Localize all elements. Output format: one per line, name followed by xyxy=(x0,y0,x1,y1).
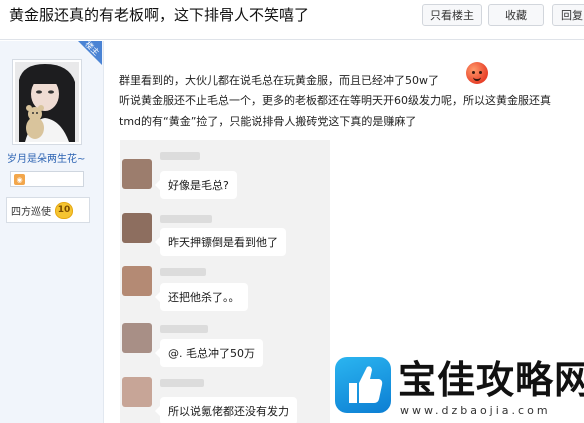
level-title: 四方巡使 xyxy=(11,206,51,218)
chat-name-blur xyxy=(160,325,208,333)
smile-emoji-icon xyxy=(466,62,488,84)
chat-screenshot: 好像是毛总? 昨天押镖倒是看到他了 还把他杀了。。 @. 毛总冲了50万 所以说… xyxy=(120,140,330,423)
thread-header: 黄金服还真的有老板啊，这下排骨人不笑嘻了 只看楼主 收藏 回复 xyxy=(0,0,584,40)
chat-avatar xyxy=(122,213,152,243)
chat-avatar xyxy=(122,159,152,189)
badge-row: ◉ xyxy=(10,171,84,187)
author-name[interactable]: 岁月是朵两生花~ xyxy=(7,150,85,165)
chat-avatar xyxy=(122,377,152,407)
chat-name-blur xyxy=(160,152,200,160)
chat-bubble: @. 毛总冲了50万 xyxy=(155,339,263,367)
only-op-button[interactable]: 只看楼主 xyxy=(422,4,482,26)
watermark-site-name: 宝佳攻略网 xyxy=(398,358,584,402)
level-row: 四方巡使 10 xyxy=(6,197,90,223)
chat-name-blur xyxy=(160,268,206,276)
chat-bubble: 好像是毛总? xyxy=(155,171,237,199)
watermark-url: www.dzbaojia.com xyxy=(400,404,551,417)
author-panel: 楼主 岁月是朵两生花~ ◉ 四方巡使 10 xyxy=(0,40,104,423)
post-line-1: 群里看到的，大伙儿都在说毛总在玩黄金服，而且已经冲了50w了 xyxy=(119,74,439,87)
reply-button[interactable]: 回复 xyxy=(552,4,584,26)
chat-avatar xyxy=(122,266,152,296)
avatar-image xyxy=(15,62,79,142)
thread-title: 黄金服还真的有老板啊，这下排骨人不笑嘻了 xyxy=(9,6,310,24)
fan-badge-icon: ◉ xyxy=(14,174,25,185)
post-line-2: 听说黄金服还不止毛总一个，更多的老板都还在等明天开60级发力呢，所以这黄金服还真 xyxy=(119,94,551,107)
level-number-badge: 10 xyxy=(55,201,73,219)
favorite-button[interactable]: 收藏 xyxy=(488,4,544,26)
chat-name-blur xyxy=(160,379,204,387)
chat-bubble: 还把他杀了。。 xyxy=(155,283,248,311)
chat-avatar xyxy=(122,323,152,353)
avatar[interactable] xyxy=(12,59,82,145)
chat-bubble: 昨天押镖倒是看到他了 xyxy=(155,228,286,256)
post-line-3: tmd的有“黄金”捡了，只能说排骨人搬砖党这下真的是赚麻了 xyxy=(119,115,417,128)
thumbs-up-logo-icon xyxy=(335,357,391,413)
chat-name-blur xyxy=(160,215,212,223)
chat-bubble: 所以说氪佬都还没有发力 xyxy=(155,397,297,423)
